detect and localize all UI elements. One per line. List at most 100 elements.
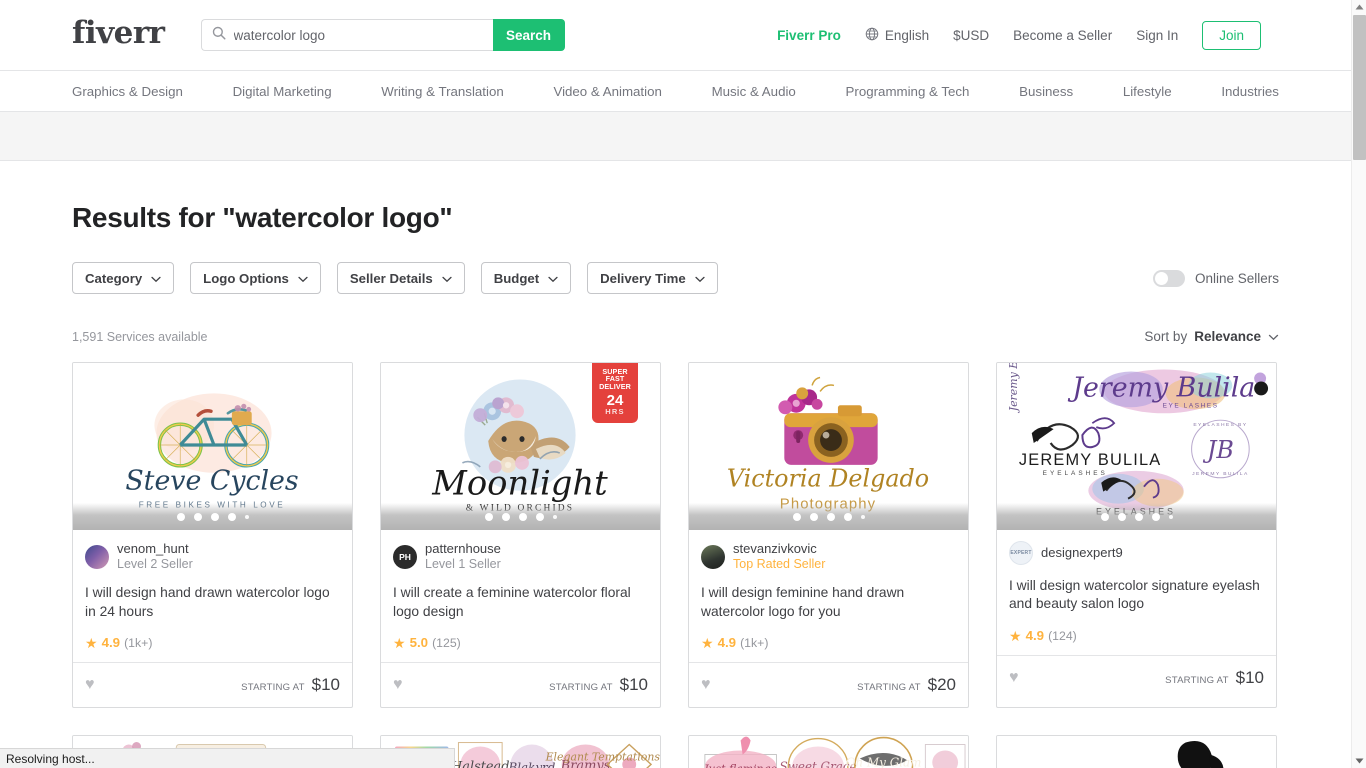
filter-category[interactable]: Category	[72, 262, 175, 294]
seller-row[interactable]: stevanzivkovic Top Rated Seller	[701, 541, 956, 572]
gig-card[interactable]: Just flamingo Sweet Grace Oh My Glam ast…	[688, 735, 969, 768]
seller-row[interactable]: PH patternhouse Level 1 Seller	[393, 541, 648, 572]
avatar[interactable]: PH	[393, 544, 417, 569]
scrollbar-thumb[interactable]	[1353, 15, 1366, 160]
gig-card[interactable]: Jeremy Bulila EYE LASHES Jeremy Bulila J…	[996, 362, 1277, 709]
super-fast-delivery-badge: SUPER FAST DELIVER 24 HRS	[592, 363, 638, 423]
gig-thumbnail[interactable]: Melleny	[997, 736, 1276, 768]
carousel-dot[interactable]	[193, 512, 202, 521]
carousel-dot[interactable]	[1151, 512, 1160, 521]
online-sellers-toggle[interactable]: Online Sellers	[1152, 269, 1279, 287]
carousel-dot[interactable]	[860, 514, 865, 519]
page-scrollbar[interactable]	[1351, 0, 1366, 768]
online-sellers-label: Online Sellers	[1194, 270, 1279, 286]
gig-title[interactable]: I will create a feminine watercolor flor…	[393, 584, 648, 621]
sort-by-control[interactable]: Sort by Relevance	[1144, 329, 1279, 344]
carousel-dot[interactable]	[843, 512, 852, 521]
carousel-dot[interactable]	[535, 512, 544, 521]
gig-title[interactable]: I will design feminine hand drawn waterc…	[701, 584, 956, 621]
language-selector[interactable]: English	[865, 27, 929, 44]
filter-delivery-time[interactable]: Delivery Time	[587, 262, 718, 294]
filter-logo-options[interactable]: Logo Options	[190, 262, 321, 294]
filter-logo-options-label: Logo Options	[203, 270, 289, 286]
nav-programming-tech[interactable]: Programming & Tech	[846, 84, 970, 99]
filter-budget[interactable]: Budget	[480, 262, 572, 294]
carousel-dot[interactable]	[826, 512, 835, 521]
nav-writing-translation[interactable]: Writing & Translation	[381, 84, 503, 99]
carousel-dot[interactable]	[1134, 512, 1143, 521]
avatar[interactable]	[701, 544, 725, 569]
seller-name[interactable]: designexpert9	[1041, 545, 1123, 561]
carousel-dot[interactable]	[1117, 512, 1126, 521]
carousel-dot[interactable]	[1100, 512, 1109, 521]
seller-name[interactable]: venom_hunt	[117, 541, 193, 557]
fiverr-pro-link[interactable]: Fiverr Pro	[777, 28, 841, 43]
sign-in-link[interactable]: Sign In	[1136, 28, 1178, 43]
carousel-dot[interactable]	[484, 512, 493, 521]
svg-text:Halstead: Halstead	[450, 759, 509, 768]
search-button[interactable]: Search	[492, 19, 565, 51]
nav-industries[interactable]: Industries	[1221, 84, 1279, 99]
gig-card[interactable]: Steve Cycles FREE BIKES WITH LOVE	[72, 362, 353, 709]
nav-graphics-design[interactable]: Graphics & Design	[72, 84, 183, 99]
nav-lifestyle[interactable]: Lifestyle	[1123, 84, 1172, 99]
category-nav: Graphics & Design Digital Marketing Writ…	[0, 71, 1351, 112]
review-count: (124)	[1048, 628, 1077, 643]
carousel-dot[interactable]	[1168, 514, 1173, 519]
gig-card[interactable]: Melleny	[996, 735, 1277, 768]
gig-thumbnail[interactable]: Moonlight & WILD ORCHIDS SUPER FAST DELI…	[381, 363, 660, 530]
scroll-up-arrow[interactable]	[1352, 0, 1366, 14]
avatar[interactable]: EXPERT	[1009, 541, 1033, 565]
seller-info: stevanzivkovic Top Rated Seller	[733, 541, 825, 572]
subnav-placeholder-band	[0, 112, 1351, 161]
carousel-dot[interactable]	[552, 514, 557, 519]
image-carousel-dots[interactable]	[997, 503, 1276, 530]
heart-icon[interactable]: ♥	[85, 677, 95, 693]
seller-row[interactable]: venom_hunt Level 2 Seller	[85, 541, 340, 572]
filter-seller-details[interactable]: Seller Details	[336, 262, 465, 294]
nav-business[interactable]: Business	[1019, 84, 1073, 99]
gig-rating: ★ 4.9 (1k+)	[85, 635, 340, 662]
carousel-dot[interactable]	[518, 512, 527, 521]
starting-at-label: STARTING AT	[549, 682, 613, 694]
carousel-dot[interactable]	[501, 512, 510, 521]
gig-card[interactable]: Victoria Delgado Photography	[688, 362, 969, 709]
nav-digital-marketing[interactable]: Digital Marketing	[233, 84, 332, 99]
image-carousel-dots[interactable]	[689, 503, 968, 530]
gig-card[interactable]: Moonlight & WILD ORCHIDS SUPER FAST DELI…	[380, 362, 661, 709]
gig-thumbnail[interactable]: Victoria Delgado Photography	[689, 363, 968, 530]
gig-thumbnail[interactable]: Steve Cycles FREE BIKES WITH LOVE	[73, 363, 352, 530]
seller-row[interactable]: EXPERT designexpert9	[1009, 541, 1264, 565]
seller-name[interactable]: patternhouse	[425, 541, 501, 557]
search-input[interactable]	[233, 27, 474, 43]
carousel-dot[interactable]	[244, 514, 249, 519]
heart-icon[interactable]: ♥	[701, 677, 711, 693]
nav-video-animation[interactable]: Video & Animation	[553, 84, 661, 99]
seller-name[interactable]: stevanzivkovic	[733, 541, 825, 557]
heart-icon[interactable]: ♥	[393, 677, 403, 693]
gig-card-footer: ♥ STARTING AT $10	[381, 662, 660, 707]
currency-selector[interactable]: $USD	[953, 28, 989, 43]
gig-thumbnail[interactable]: Just flamingo Sweet Grace Oh My Glam ast…	[689, 736, 968, 768]
fiverr-logo[interactable]: fiverr	[72, 17, 165, 49]
join-button[interactable]: Join	[1202, 20, 1261, 50]
search-box[interactable]	[200, 19, 493, 51]
carousel-dot[interactable]	[809, 512, 818, 521]
avatar[interactable]	[85, 544, 109, 569]
gig-thumbnail[interactable]: Jeremy Bulila EYE LASHES Jeremy Bulila J…	[997, 363, 1276, 530]
become-a-seller-link[interactable]: Become a Seller	[1013, 28, 1112, 43]
carousel-dot[interactable]	[176, 512, 185, 521]
carousel-dot[interactable]	[227, 512, 236, 521]
carousel-dot[interactable]	[210, 512, 219, 521]
gig-title[interactable]: I will design watercolor signature eyela…	[1009, 577, 1264, 614]
nav-music-audio[interactable]: Music & Audio	[712, 84, 796, 99]
image-carousel-dots[interactable]	[73, 503, 352, 530]
header-right-nav: Fiverr Pro English $USD Become a Seller …	[777, 20, 1261, 50]
heart-icon[interactable]: ♥	[1009, 670, 1019, 686]
image-carousel-dots[interactable]	[381, 503, 660, 530]
gig-title[interactable]: I will design hand drawn watercolor logo…	[85, 584, 340, 621]
carousel-dot[interactable]	[792, 512, 801, 521]
scroll-down-arrow[interactable]	[1352, 754, 1366, 768]
sort-by-value: Relevance	[1194, 329, 1261, 344]
toggle-switch[interactable]	[1152, 269, 1185, 287]
